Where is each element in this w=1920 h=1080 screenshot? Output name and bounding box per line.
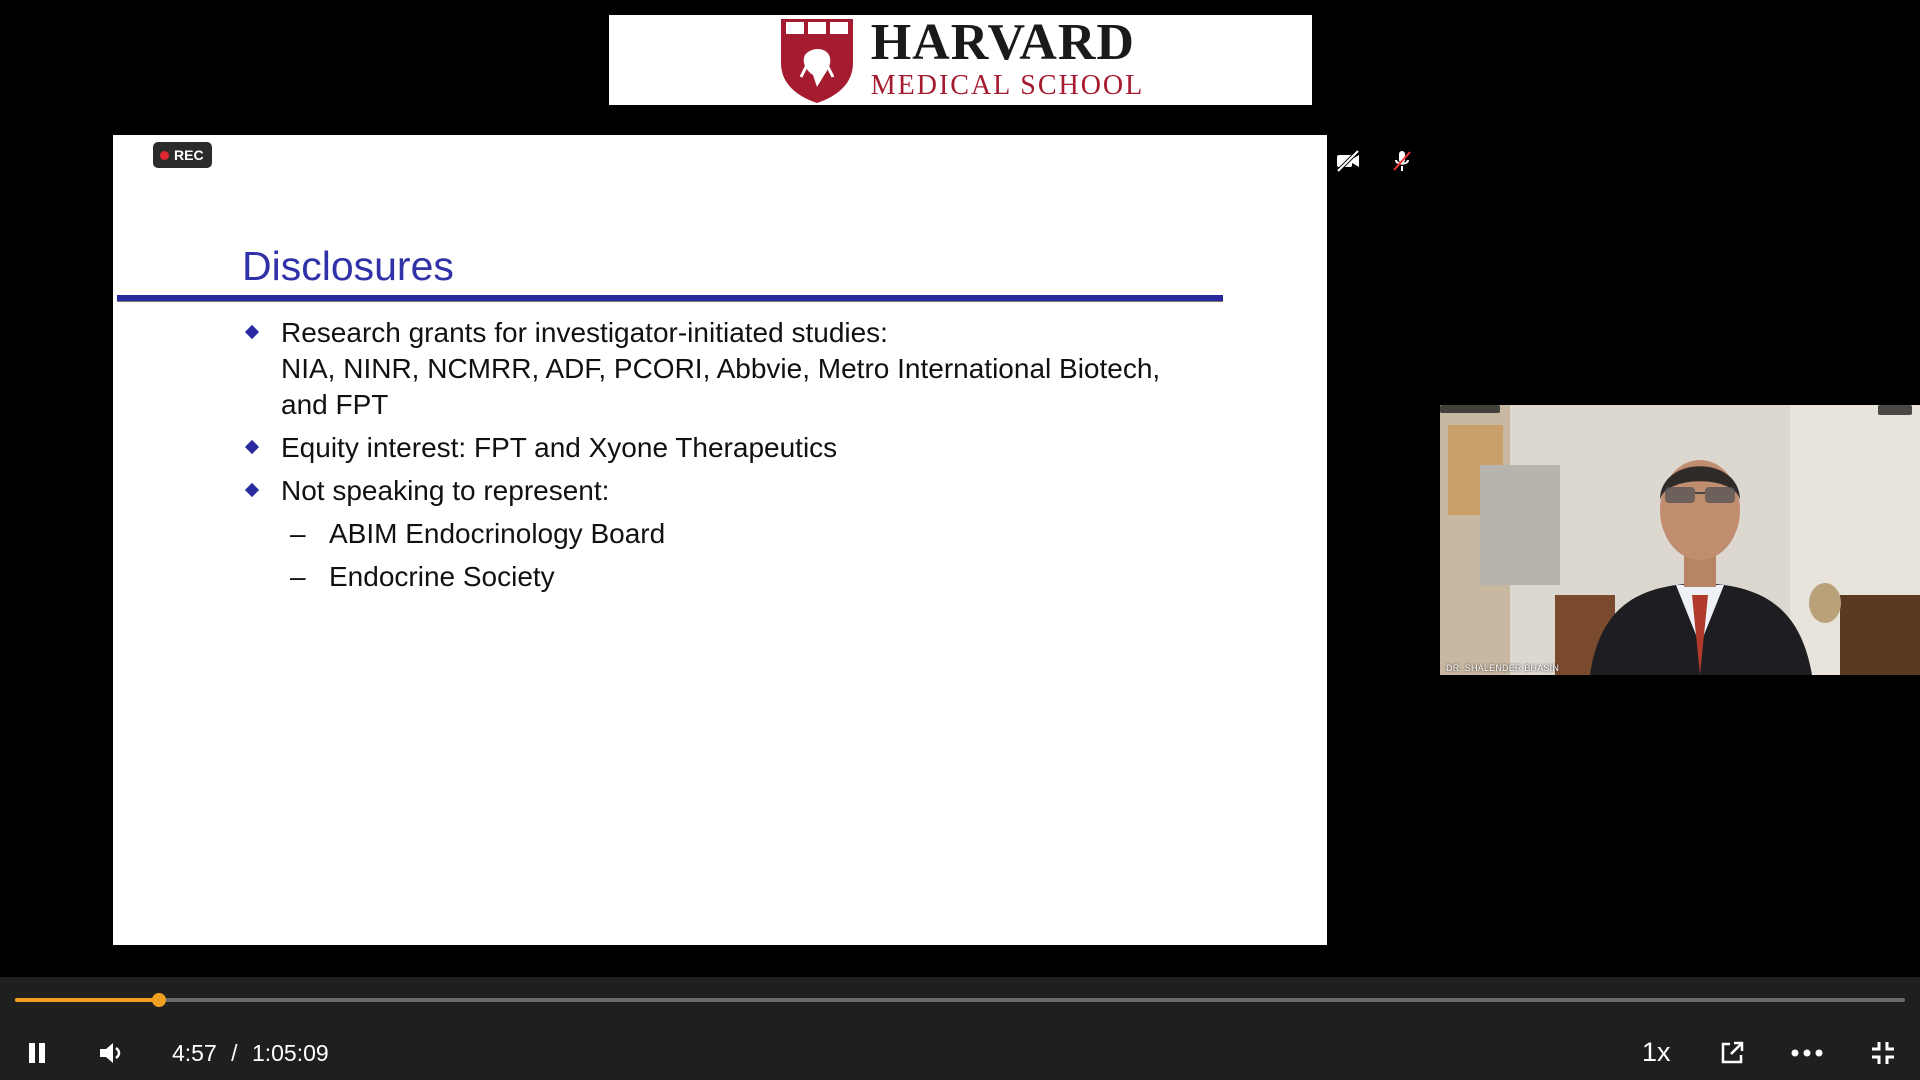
bullet-item-continued: and FPT xyxy=(241,387,1311,423)
total-duration: 1:05:09 xyxy=(251,1040,329,1066)
video-off-icon xyxy=(1336,149,1360,173)
diamond-bullet-icon xyxy=(244,324,260,340)
dash-bullet: – xyxy=(290,561,306,592)
speaker-video-tile[interactable]: DR. SHALENDER BHASIN xyxy=(1440,405,1920,675)
brand-text: HARVARD MEDICAL SCHOOL xyxy=(870,14,1145,102)
harvard-logo-banner: HARVARD MEDICAL SCHOOL xyxy=(609,15,1312,105)
sub-bullet-text: Endocrine Society xyxy=(329,561,555,592)
bullet-text: Equity interest: FPT and Xyone Therapeut… xyxy=(281,432,838,463)
time-separator: / xyxy=(231,1040,238,1066)
record-dot-icon xyxy=(160,150,169,160)
bullet-text: Not speaking to represent: xyxy=(281,475,610,506)
bullet-text: NIA, NINR, NCMRR, ADF, PCORI, Abbvie, Me… xyxy=(281,353,1161,384)
bullet-text: Research grants for investigator-initiat… xyxy=(281,317,888,348)
sub-bullet-text: ABIM Endocrinology Board xyxy=(329,518,666,549)
video-toolbar-icons xyxy=(1440,405,1912,415)
brand-sub-text: MEDICAL SCHOOL xyxy=(870,70,1145,101)
speaker-video-frame xyxy=(1440,405,1920,675)
playback-time: 4:57 / 1:05:09 xyxy=(172,1040,329,1067)
current-time: 4:57 xyxy=(172,1040,217,1066)
title-divider xyxy=(117,295,1223,302)
diamond-bullet-icon xyxy=(244,482,260,498)
bullet-item: Equity interest: FPT and Xyone Therapeut… xyxy=(241,430,1311,466)
player-control-bar: 4:57 / 1:05:09 1x xyxy=(0,977,1920,1080)
bullet-item: Not speaking to represent: xyxy=(241,473,1311,509)
presentation-slide: REC Disclosures Research grants for inve… xyxy=(113,135,1327,945)
dash-bullet: – xyxy=(290,518,306,549)
recording-label: REC xyxy=(174,147,204,163)
progress-fill xyxy=(15,998,159,1002)
diamond-bullet-icon xyxy=(244,439,260,455)
slide-title: Disclosures xyxy=(242,243,454,289)
exit-fullscreen-icon[interactable] xyxy=(1870,1040,1896,1066)
playback-speed-button[interactable]: 1x xyxy=(1642,1037,1671,1068)
pause-icon[interactable] xyxy=(26,1041,48,1065)
bullet-text: and FPT xyxy=(281,389,389,420)
presenter-status-icons xyxy=(1335,148,1415,174)
sub-bullet-item: – ABIM Endocrinology Board xyxy=(241,516,1311,552)
participant-name-label: DR. SHALENDER BHASIN xyxy=(1446,663,1560,673)
bullet-item: Research grants for investigator-initiat… xyxy=(241,315,1311,351)
bullet-item-continued: NIA, NINR, NCMRR, ADF, PCORI, Abbvie, Me… xyxy=(241,351,1311,387)
mic-off-icon xyxy=(1393,151,1411,171)
pop-out-icon[interactable] xyxy=(1719,1040,1745,1066)
progress-bar[interactable] xyxy=(15,993,1905,1007)
slide-bullet-list: Research grants for investigator-initiat… xyxy=(241,315,1311,602)
volume-icon[interactable] xyxy=(98,1040,126,1066)
progress-scrubber-handle[interactable] xyxy=(151,993,166,1007)
sub-bullet-item: – Endocrine Society xyxy=(241,559,1311,595)
more-options-icon[interactable] xyxy=(1791,1049,1823,1057)
harvard-shield-icon xyxy=(780,19,853,103)
recording-badge: REC xyxy=(153,142,212,168)
brand-main-text: HARVARD xyxy=(870,14,1135,71)
